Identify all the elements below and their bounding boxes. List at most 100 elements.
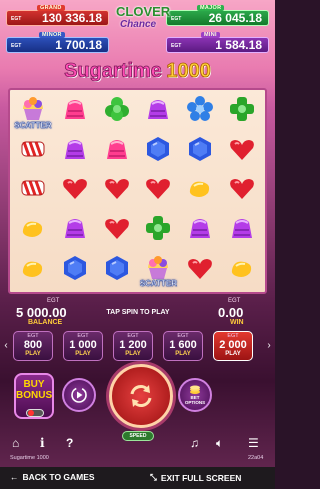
reel-cell: [54, 132, 96, 172]
reel-cell: [96, 171, 138, 211]
reel-cell: [221, 211, 263, 251]
bet-play-label: PLAY: [25, 351, 41, 357]
clover-logo-line2: Chance: [119, 19, 157, 30]
buy-bonus-line1: BUY: [23, 379, 45, 390]
reel-cell: [54, 250, 96, 290]
jackpot-mini-currency: EGT: [171, 43, 182, 49]
buy-bonus-line2: BONUS: [16, 390, 53, 401]
flower-green-icon: [142, 212, 174, 249]
reel-cell: [12, 171, 54, 211]
info-icon[interactable]: i: [40, 436, 45, 450]
reel-cell: [137, 92, 179, 132]
reel-cell: [137, 211, 179, 251]
bet-scroll-right-icon[interactable]: ›: [265, 338, 273, 354]
jackpot-major-currency: EGT: [171, 16, 182, 22]
jelly-pink-icon: [101, 133, 133, 170]
balance-value: 5 000.00: [16, 305, 67, 320]
bean-yellow-icon: [184, 172, 216, 209]
gem-blue-icon: [142, 133, 174, 170]
bet-scroll-left-icon[interactable]: ‹: [2, 338, 10, 354]
jelly-purple-icon: [142, 93, 174, 130]
bet-play-label: PLAY: [225, 351, 241, 357]
jackpot-grand-label: GRAND: [37, 5, 65, 11]
music-icon[interactable]: ♫: [190, 436, 199, 450]
jackpot-grand-value: 130 336.18: [41, 11, 102, 25]
reel-cell: [137, 171, 179, 211]
flower-green-icon: [226, 93, 258, 130]
bean-yellow-icon: [17, 212, 49, 249]
reel-cell: [221, 92, 263, 132]
toggle-knob: [28, 410, 34, 416]
game-logo-number: 1000: [166, 60, 211, 83]
reel-cell: [179, 211, 221, 251]
reel-cell: [54, 211, 96, 251]
clover-chance-logo: CLOVER Chance: [116, 4, 171, 39]
reel-cell: [96, 250, 138, 290]
bottom-icon-bar: ⌂ i ? ♫ 🔈︎ ☰: [0, 436, 275, 454]
bet-value: 1 200: [119, 339, 147, 351]
exit-fullscreen-icon: ⤡: [150, 472, 157, 482]
bet-options-line2: OPTIONS: [184, 400, 206, 405]
heart-icon: [142, 172, 174, 209]
reel-cell: [96, 211, 138, 251]
back-to-games-button[interactable]: ← BACK TO GAMES: [10, 472, 95, 482]
exit-fullscreen-button[interactable]: ⤡ EXIT FULL SCREEN: [150, 472, 241, 483]
reel-cell: [179, 92, 221, 132]
cane-icon: [17, 172, 49, 209]
autoplay-button[interactable]: [62, 378, 96, 412]
tap-spin-message: TAP SPIN TO PLAY: [106, 309, 170, 316]
bet-play-label: PLAY: [175, 351, 191, 357]
bet-button[interactable]: EGT 2 000 PLAY: [213, 331, 253, 361]
reel-cell: [12, 211, 54, 251]
reel-cell: SCATTER: [12, 92, 54, 132]
jackpot-grand-currency: EGT: [11, 16, 22, 22]
reel-cell: [221, 171, 263, 211]
bet-value: 1 600: [169, 339, 197, 351]
jackpot-mini: MINI EGT 1 584.18: [166, 32, 269, 53]
bet-button[interactable]: EGT 1 600 PLAY: [163, 331, 203, 361]
reel-cell: [137, 132, 179, 172]
jelly-purple-icon: [184, 212, 216, 249]
jackpot-major-value: 26 045.18: [208, 11, 262, 25]
bet-button[interactable]: EGT 800 PLAY: [13, 331, 53, 361]
game-screen: GRAND EGT 130 336.18 MAJOR EGT 26 045.18…: [0, 0, 275, 489]
jelly-purple-icon: [59, 212, 91, 249]
bean-yellow-icon: [17, 252, 49, 289]
win-label: WIN: [230, 319, 244, 326]
buy-bonus-button[interactable]: BUY BONUS: [14, 373, 54, 419]
reel-cell: [12, 132, 54, 172]
heart-icon: [184, 252, 216, 289]
balance-label: BALANCE: [28, 319, 63, 326]
jackpot-major-label: MAJOR: [197, 5, 225, 11]
heart-icon: [226, 172, 258, 209]
clover-logo-line1: CLOVER: [116, 4, 171, 19]
reel-cell: [54, 92, 96, 132]
bet-play-label: PLAY: [125, 351, 141, 357]
jackpot-minor-currency: EGT: [11, 43, 22, 49]
bet-button[interactable]: EGT 1 000 PLAY: [63, 331, 103, 361]
bet-options-button[interactable]: BET OPTIONS: [178, 378, 212, 412]
coins-icon: [190, 385, 200, 394]
spin-arrows-icon: [130, 385, 152, 407]
back-arrow-icon: ←: [10, 472, 19, 482]
reel-cell: SCATTER: [137, 250, 179, 290]
sound-icon[interactable]: 🔈︎: [216, 436, 223, 451]
footer-bar: ← BACK TO GAMES ⤡ EXIT FULL SCREEN: [0, 467, 275, 489]
help-icon[interactable]: ?: [66, 436, 73, 450]
buy-bonus-toggle[interactable]: [26, 409, 44, 417]
cane-icon: [17, 133, 49, 170]
bet-button[interactable]: EGT 1 200 PLAY: [113, 331, 153, 361]
reel-cell: [179, 132, 221, 172]
home-icon[interactable]: ⌂: [12, 436, 19, 450]
jelly-green-icon: [101, 93, 133, 130]
game-info-row: Sugartime 1000 22a04: [0, 454, 275, 464]
bean-yellow-icon: [226, 252, 258, 289]
menu-icon[interactable]: ☰: [248, 436, 259, 450]
spin-button[interactable]: [109, 364, 173, 428]
reel-cell: [12, 250, 54, 290]
heart-icon: [101, 212, 133, 249]
gem-blue-icon: [101, 252, 133, 289]
reel-cell: [179, 250, 221, 290]
balance-currency: EGT: [47, 298, 60, 304]
reel-cell: [179, 171, 221, 211]
